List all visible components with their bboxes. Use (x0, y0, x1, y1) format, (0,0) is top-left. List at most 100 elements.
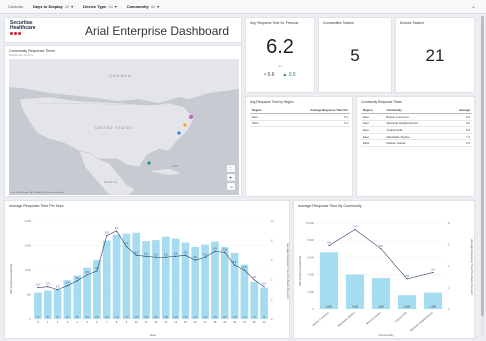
x-tick-label: 8 (116, 320, 118, 324)
bar[interactable] (161, 236, 170, 319)
y-tick-label: 6,000 (308, 255, 315, 259)
line-point[interactable] (155, 256, 157, 258)
bar[interactable] (171, 238, 180, 319)
table-row[interactable]: East Boston Commons 5.9 (361, 113, 472, 121)
line-point[interactable] (224, 251, 226, 253)
table-cell: East (361, 126, 385, 134)
line-point[interactable] (115, 230, 118, 232)
table-cell: Virginia Falls (384, 126, 446, 134)
line-point[interactable] (165, 256, 167, 258)
bar-value-label: 1,560 (183, 317, 188, 319)
line-point[interactable] (125, 245, 128, 248)
map-label-cuba: CUBA (171, 164, 178, 168)
table-row[interactable]: East Manhattan Skyline 7.4 (361, 133, 472, 141)
line-point[interactable] (76, 280, 78, 282)
map[interactable]: CANADA UNITED STATES Mexico City CUBA ⛶ … (9, 59, 239, 195)
table-cell: East (361, 133, 385, 141)
filter-days[interactable]: Days to Display All ▾ (33, 4, 73, 9)
bar[interactable] (220, 246, 229, 319)
table-row[interactable]: West 5.2 (250, 120, 350, 128)
bar[interactable] (43, 290, 52, 319)
community-chart-title: Average Response Time By Community (298, 204, 362, 208)
y-tick-label: 0 (313, 307, 315, 311)
map-label-canada: CANADA (109, 73, 132, 78)
line-point[interactable] (174, 255, 177, 257)
bar[interactable] (345, 274, 365, 309)
line-point[interactable] (243, 269, 246, 271)
filter-device-type[interactable]: Device Type All ▾ (83, 4, 117, 9)
line-point[interactable] (194, 259, 196, 261)
collapse-chevron-icon[interactable]: ⌄ (471, 3, 476, 10)
bar-value-label: 1,720 (114, 317, 119, 319)
table-cell: East (250, 113, 275, 121)
page-scrollbar-thumb[interactable] (481, 16, 484, 316)
bar-value-label: 540 (36, 317, 39, 319)
x-tick-label: Virginia Falls (394, 310, 408, 323)
table-row[interactable]: West Mission Garden 5.6 (361, 139, 472, 147)
y-tick-label: 1,500 (25, 244, 32, 248)
kpi-communities-panel: Communities Tracked 5 (318, 17, 392, 93)
line-value-label: 5.5 (233, 260, 237, 264)
map-bubble-mission[interactable] (147, 161, 151, 165)
chevron-down-icon: ▾ (71, 4, 74, 9)
line-point[interactable] (145, 255, 147, 257)
line-point[interactable] (354, 228, 356, 231)
bar[interactable] (132, 232, 141, 319)
line-point[interactable] (184, 254, 187, 256)
line-point[interactable] (204, 256, 206, 258)
bar[interactable] (319, 252, 339, 309)
bar[interactable] (112, 234, 121, 319)
map-attribution: Esri, HERE, Garmin, FAO, NOAA, USGS | Po… (11, 191, 64, 194)
map-bubble-virginia[interactable] (177, 131, 181, 135)
line-value-label: 3.4 (66, 281, 70, 285)
bar[interactable] (152, 240, 160, 319)
line-value-label: 3.3 (46, 282, 50, 286)
table-cell: Boston Commons (384, 113, 446, 121)
line-point[interactable] (233, 264, 236, 266)
line-value-label: 3.0 (56, 285, 60, 289)
controls-label[interactable]: Controls (8, 4, 23, 9)
x-tick-label: 10 (135, 320, 138, 324)
logo-dots-icon (10, 32, 46, 35)
y-tick-label: 500 (27, 293, 32, 297)
table-row[interactable]: East 6.4 (250, 113, 350, 121)
line-point[interactable] (86, 274, 88, 276)
x-tick-label: 12 (154, 320, 157, 324)
line-value-label: 6.5 (134, 250, 138, 254)
line-value-label: 6.0 (193, 255, 197, 259)
line-point[interactable] (406, 278, 408, 280)
filter-community[interactable]: Community All ▾ (127, 4, 159, 9)
line-point[interactable] (328, 244, 330, 247)
filter-community-label: Community (126, 4, 149, 9)
bar[interactable] (371, 278, 391, 309)
community-table-title: Community Response Times (361, 100, 402, 104)
map-bubble-boston[interactable] (189, 115, 193, 119)
map-bubble-manhattan[interactable] (183, 123, 187, 127)
line-point[interactable] (253, 279, 255, 281)
line-point[interactable] (56, 289, 59, 291)
line-point[interactable] (263, 286, 265, 288)
line-point[interactable] (47, 286, 49, 288)
bar[interactable] (34, 292, 42, 319)
line-point[interactable] (380, 248, 382, 250)
line-value-label: 2.8 (405, 274, 409, 278)
bar-value-label: 1,610 (154, 317, 159, 319)
map-panel: Community Response Times Bubbles are siz… (4, 45, 242, 197)
line-point[interactable] (214, 250, 216, 252)
line-point[interactable] (66, 285, 69, 287)
logo-line2: Healthcare (10, 25, 36, 31)
bar[interactable] (53, 289, 62, 319)
line-point[interactable] (432, 271, 434, 274)
bar[interactable] (102, 240, 111, 319)
bar[interactable] (250, 281, 259, 319)
bar[interactable] (260, 287, 268, 319)
line-point[interactable] (37, 287, 39, 289)
line-point[interactable] (96, 270, 98, 272)
table-row[interactable]: East Westside Neighborhoods 5.6 (361, 120, 472, 128)
hourly-chart[interactable]: Alarmed (Count distinct) Average Respons… (5, 209, 291, 339)
community-chart[interactable]: Alarmed (Count distinct) Average Respons… (294, 209, 476, 339)
line-point[interactable] (106, 235, 108, 237)
line-series (328, 229, 434, 280)
line-point[interactable] (135, 254, 137, 256)
table-row[interactable]: East Virginia Falls 6.8 (361, 126, 472, 134)
